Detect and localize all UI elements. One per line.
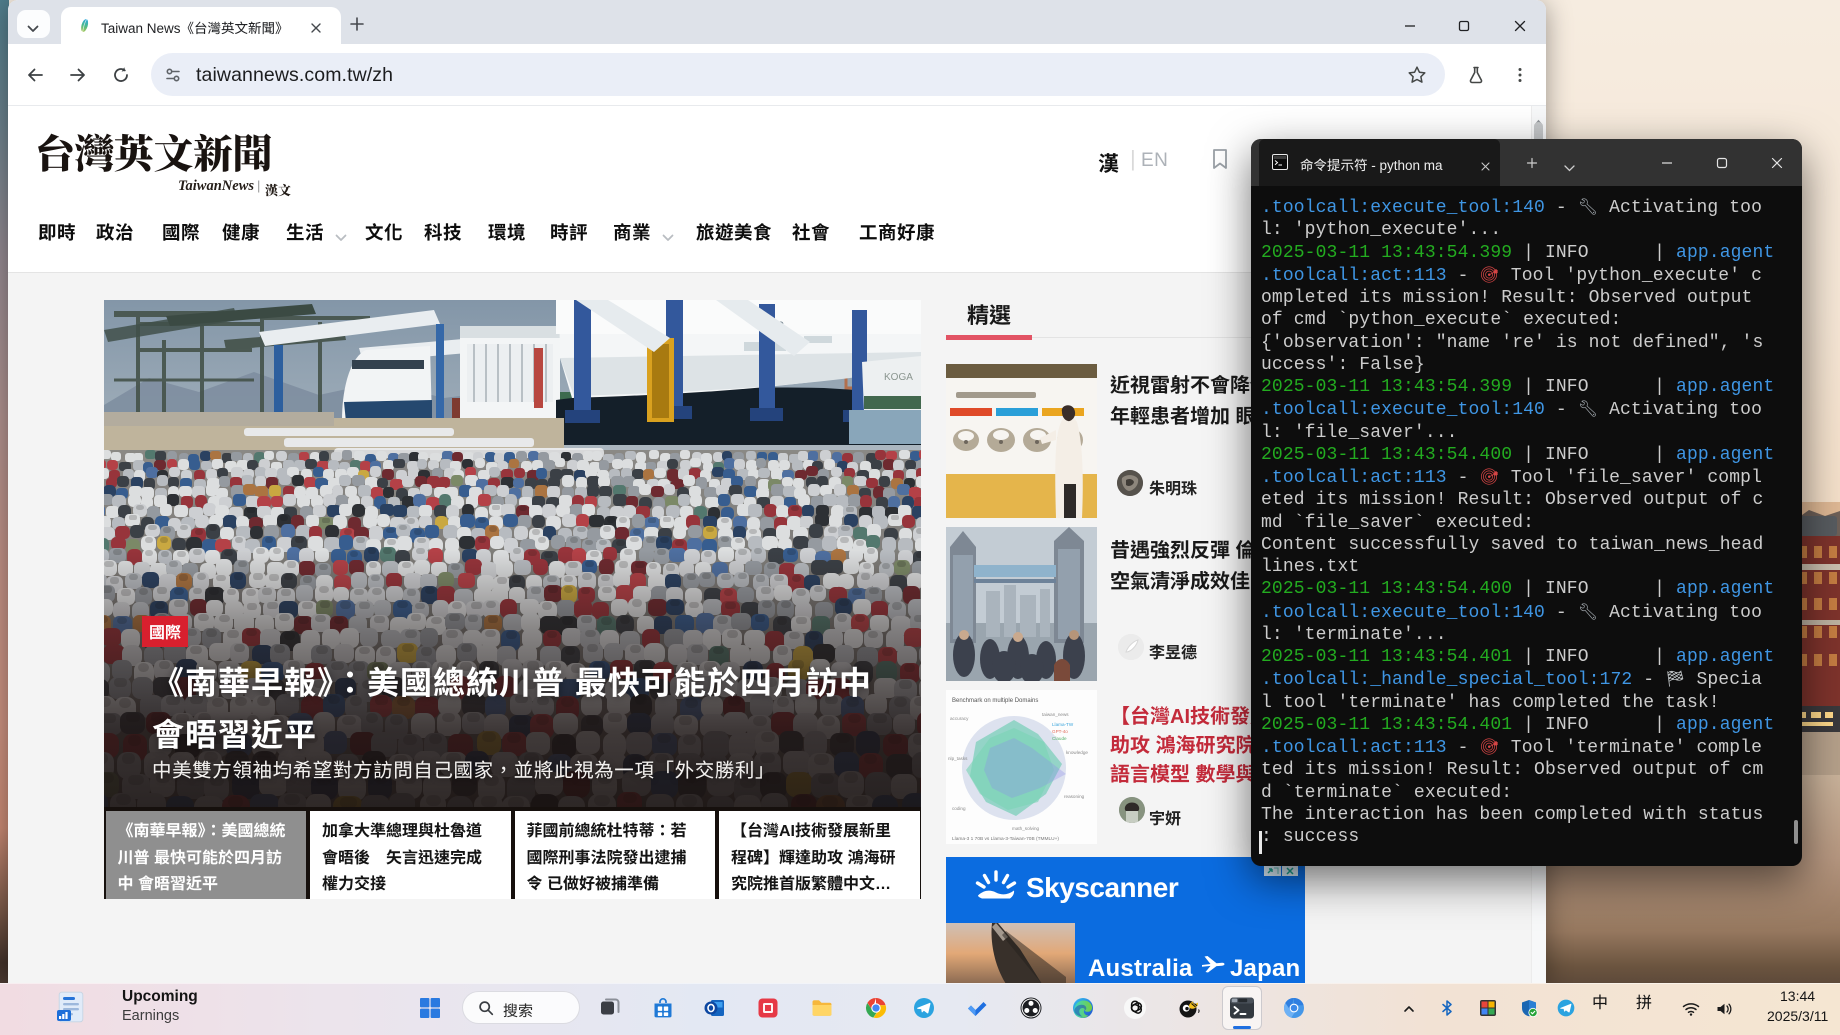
svg-text:Benchmark on multiple Domains: Benchmark on multiple Domains	[952, 698, 1038, 704]
svg-text:nlp_tasks: nlp_tasks	[948, 756, 968, 761]
svg-text:accuracy: accuracy	[950, 716, 969, 721]
svg-text:reasoning: reasoning	[1064, 794, 1085, 799]
svg-text:Claude: Claude	[1052, 736, 1067, 741]
svg-text:taiwan_news: taiwan_news	[1042, 712, 1069, 717]
svg-text:knowledge: knowledge	[1066, 750, 1088, 755]
svg-text:Llama-TW: Llama-TW	[1052, 722, 1074, 727]
svg-text:math_solving: math_solving	[1012, 826, 1040, 831]
svg-text:coding: coding	[952, 806, 966, 811]
svg-text:Llama-3 1 70B vs Llama-3-Taiwa: Llama-3 1 70B vs Llama-3-Taiwan-70B (TMM…	[952, 836, 1059, 842]
svg-text:GPT-4o: GPT-4o	[1052, 729, 1068, 734]
svg-text:KOGA: KOGA	[884, 372, 913, 383]
